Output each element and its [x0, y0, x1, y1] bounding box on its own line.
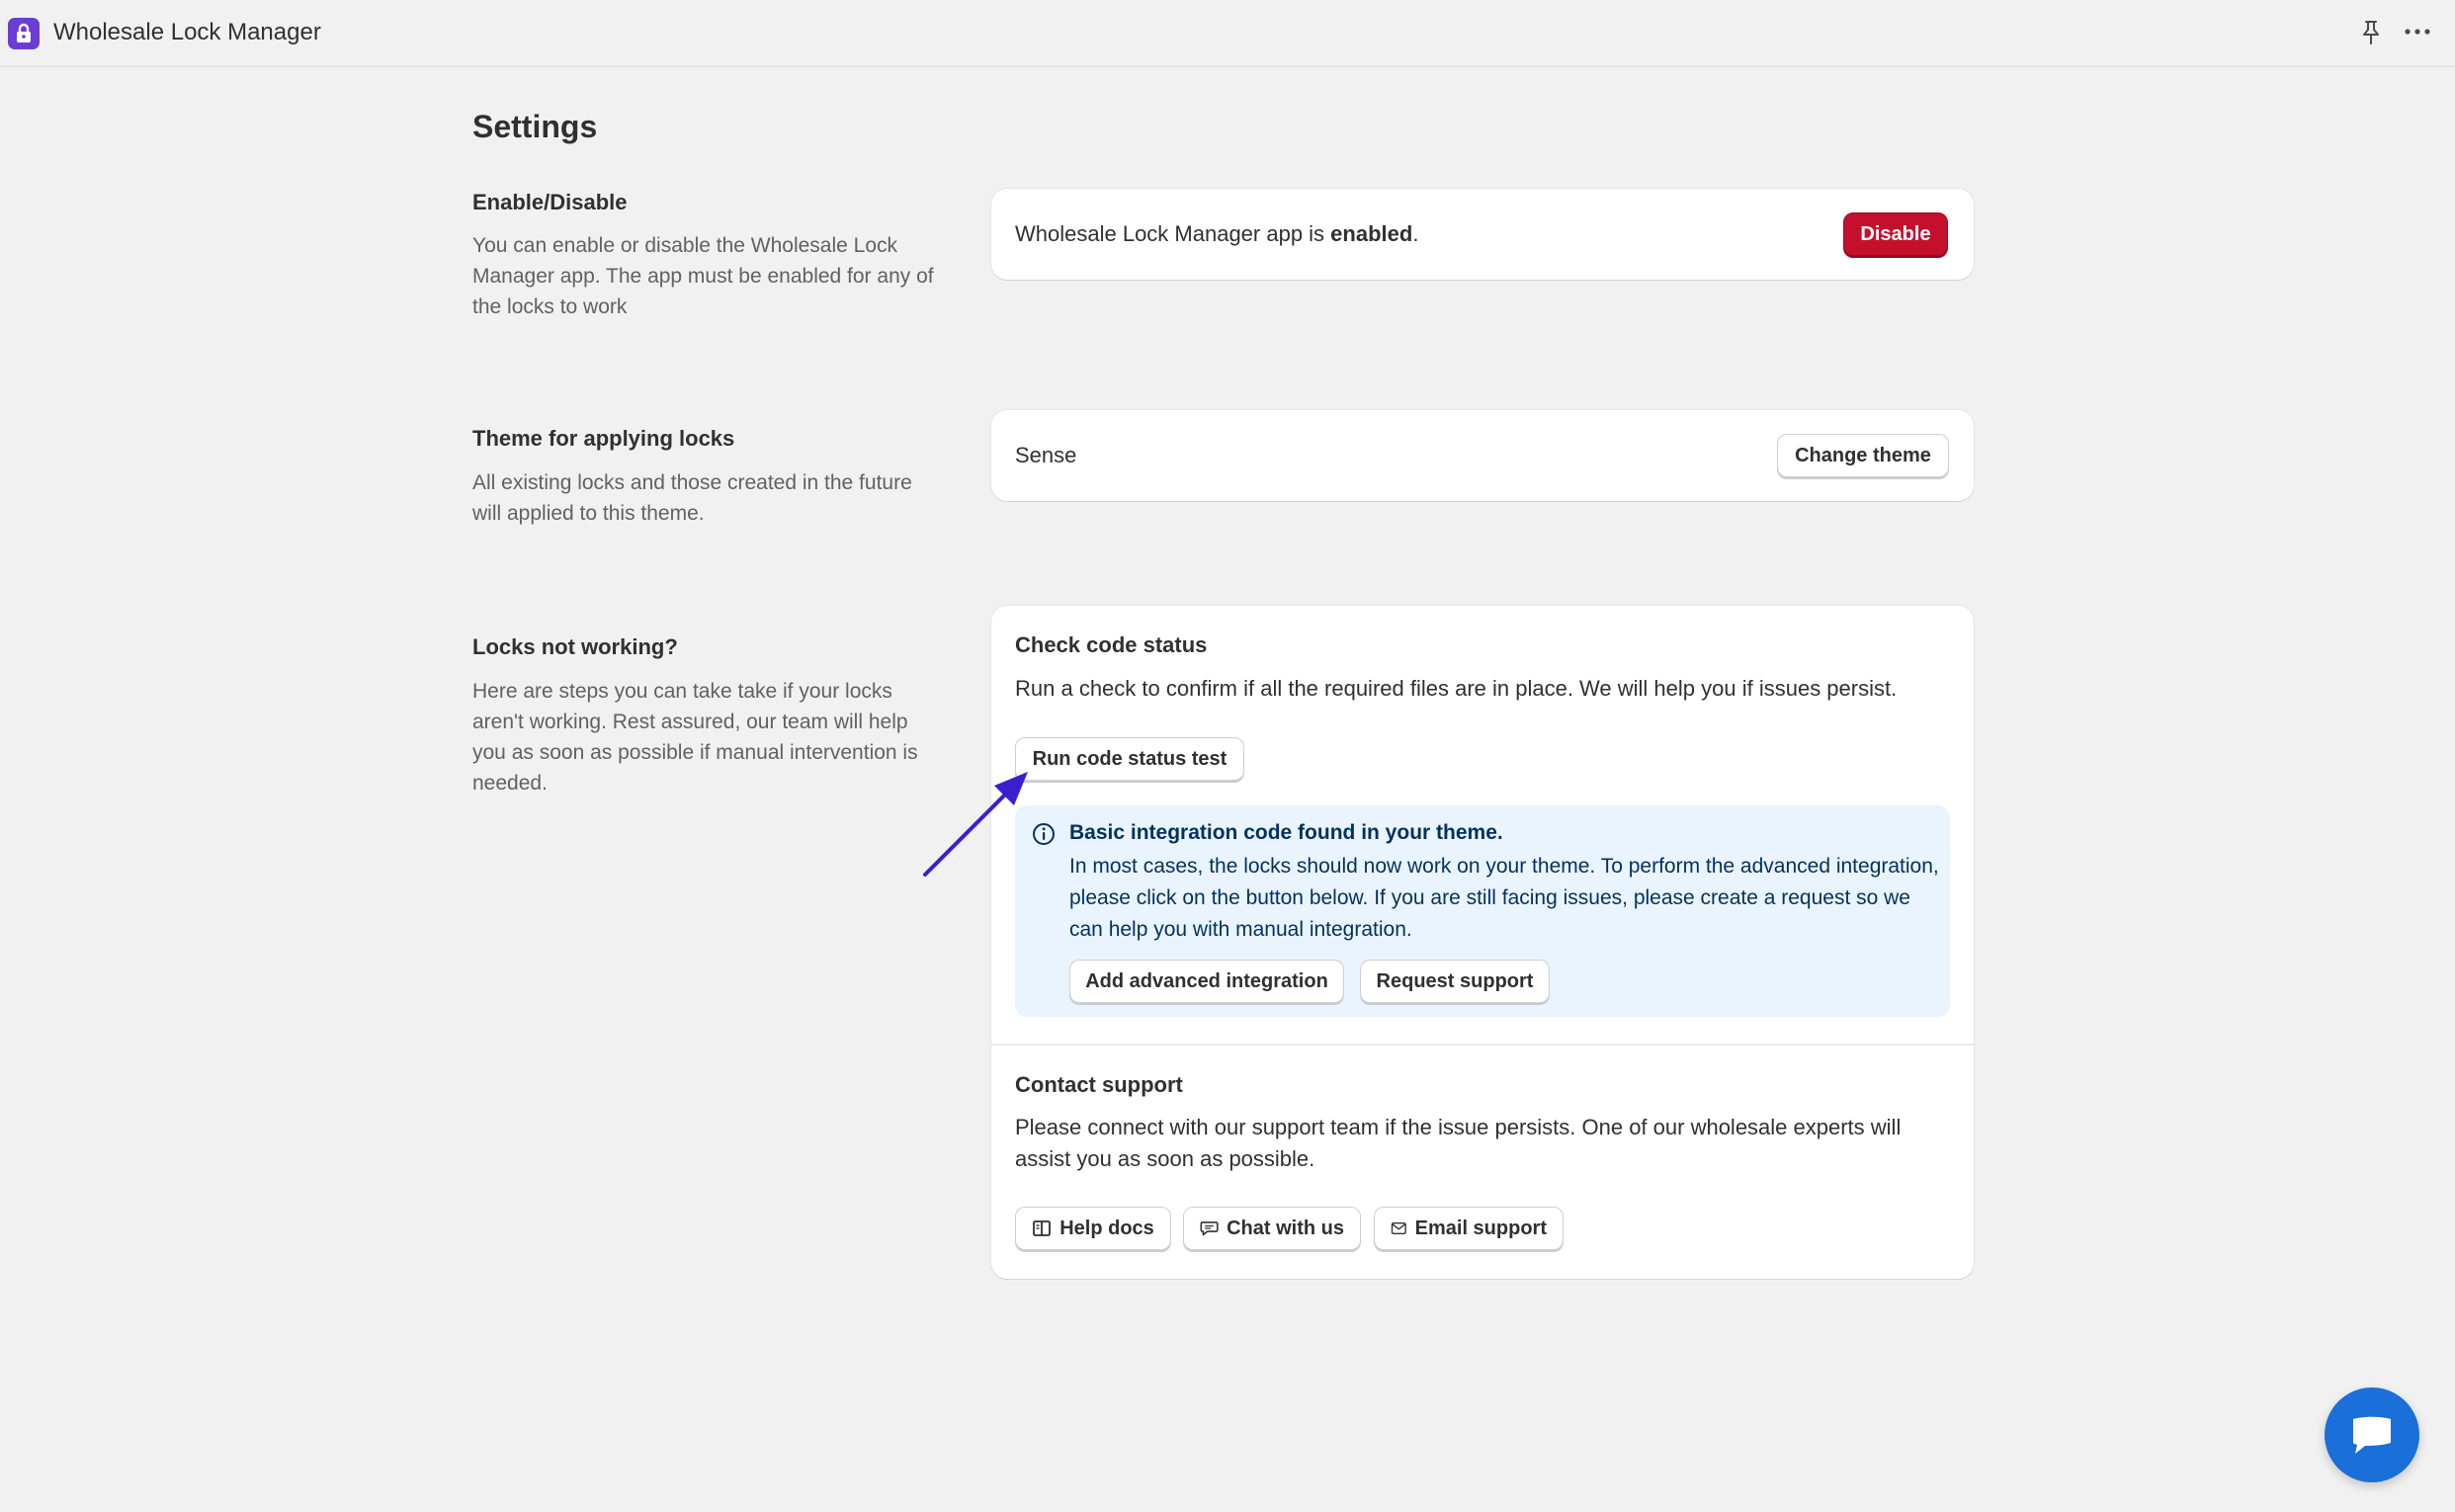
app-title: Wholesale Lock Manager [53, 19, 321, 45]
request-support-button[interactable]: Request support [1360, 960, 1550, 1003]
banner-text: In most cases, the locks should now work… [1069, 855, 1939, 941]
check-code-status-text: Run a check to confirm if all the requir… [1015, 676, 1898, 701]
app-logo [8, 18, 40, 49]
pin-icon[interactable] [2358, 19, 2384, 46]
chat-with-us-label: Chat with us [1227, 1217, 1344, 1239]
email-support-button[interactable]: Email support [1374, 1207, 1564, 1250]
chat-icon [1200, 1221, 1219, 1236]
app-header: Wholesale Lock Manager [0, 0, 2455, 67]
chat-widget-button[interactable] [2325, 1387, 2419, 1482]
add-advanced-integration-button[interactable]: Add advanced integration [1069, 960, 1344, 1003]
email-support-label: Email support [1414, 1217, 1547, 1239]
change-theme-button[interactable]: Change theme [1777, 434, 1949, 477]
info-banner: Basic integration code found in your the… [1015, 805, 1950, 1017]
section-divider [991, 1044, 1974, 1046]
enable-section-description: You can enable or disable the Wholesale … [472, 234, 934, 318]
more-options-icon[interactable] [2404, 22, 2431, 42]
contact-support-title: Contact support [1015, 1072, 1183, 1097]
locks-section-heading: Locks not working? [472, 634, 678, 659]
run-code-status-test-button[interactable]: Run code status test [1015, 737, 1244, 781]
status-prefix: Wholesale Lock Manager app is [1015, 221, 1331, 246]
disable-button[interactable]: Disable [1843, 212, 1948, 256]
status-value: enabled [1330, 221, 1413, 246]
enable-card: Wholesale Lock Manager app is enabled. D… [991, 189, 1974, 280]
page-title: Settings [472, 109, 598, 144]
chat-with-us-button[interactable]: Chat with us [1183, 1207, 1361, 1250]
envelope-icon [1391, 1222, 1406, 1234]
theme-section-description: All existing locks and those created in … [472, 471, 912, 525]
status-suffix: . [1412, 221, 1419, 246]
enable-section-heading: Enable/Disable [472, 190, 628, 214]
book-icon [1033, 1220, 1052, 1236]
chat-bubble-icon [2353, 1416, 2391, 1454]
contact-support-text: Please connect with our support team if … [1015, 1115, 1902, 1171]
lock-icon [17, 23, 31, 42]
locks-section-description: Here are steps you can take take if your… [472, 680, 918, 795]
theme-section-heading: Theme for applying locks [472, 426, 735, 451]
help-docs-label: Help docs [1059, 1217, 1154, 1239]
banner-title: Basic integration code found in your the… [1069, 821, 1503, 844]
troubleshoot-card: Check code status Run a check to confirm… [991, 606, 1974, 1279]
help-docs-button[interactable]: Help docs [1015, 1207, 1171, 1250]
theme-card: Sense Change theme [991, 410, 1974, 501]
current-theme-name: Sense [1015, 443, 1077, 467]
annotation-arrow [923, 772, 1028, 877]
check-code-status-title: Check code status [1015, 632, 1208, 657]
app-status-text: Wholesale Lock Manager app is enabled. [1015, 220, 1418, 248]
